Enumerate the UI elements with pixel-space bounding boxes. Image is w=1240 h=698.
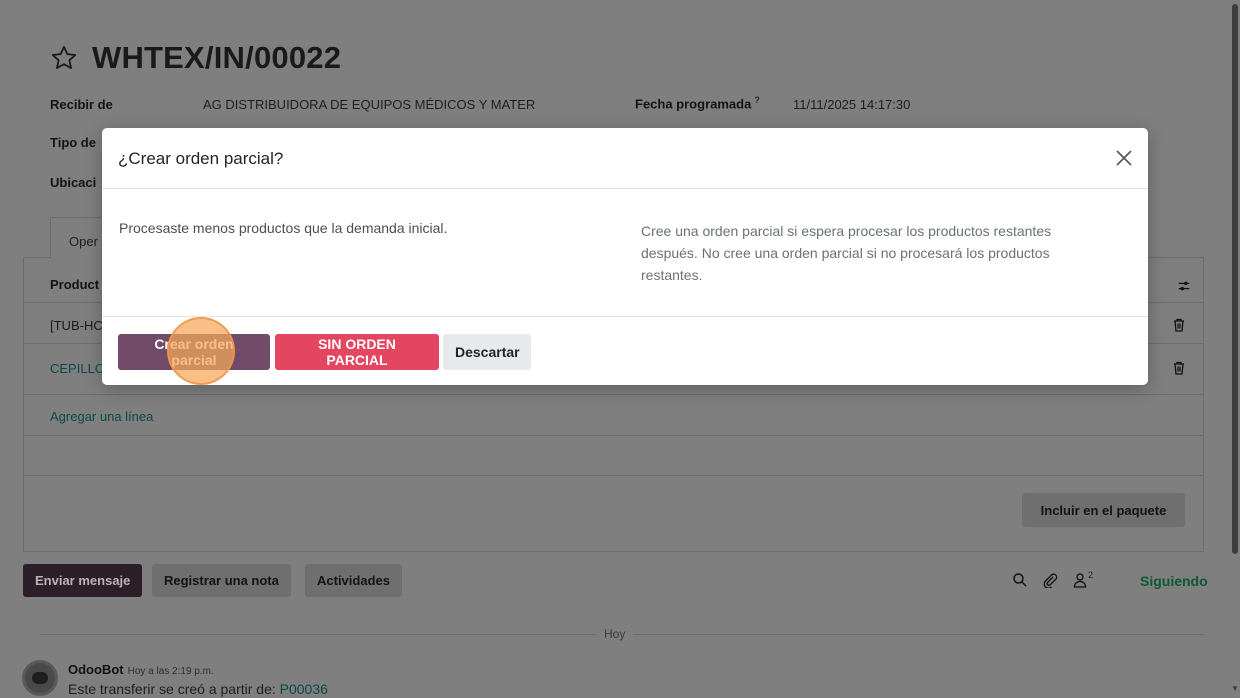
include-package-button[interactable]: Incluir en el paquete — [1022, 493, 1185, 527]
column-header-product[interactable]: Product — [50, 277, 99, 292]
partial-order-dialog: ¿Crear orden parcial? Procesaste menos p… — [102, 128, 1148, 385]
follower-count: 2 — [1088, 570, 1094, 580]
search-icon[interactable] — [1012, 572, 1028, 588]
followers-widget[interactable]: 2 — [1072, 570, 1093, 589]
message-time: Hoy a las 2:19 p.m. — [127, 666, 214, 677]
dialog-header: ¿Crear orden parcial? — [102, 128, 1148, 189]
scroll-down-arrow[interactable]: ▼ — [1231, 684, 1239, 693]
dialog-body: Procesaste menos productos que la demand… — [102, 189, 1148, 317]
scheduled-date-label: Fecha programada? — [635, 95, 760, 111]
scheduled-date-field[interactable]: 11/11/2025 14:17:30 — [793, 97, 910, 112]
create-partial-order-button[interactable]: Crear orden parcial — [118, 334, 270, 370]
star-icon[interactable] — [50, 44, 78, 72]
scheduled-date-label-text: Fecha programada — [635, 96, 752, 112]
close-icon[interactable] — [1114, 148, 1134, 168]
add-line-link[interactable]: Agregar una línea — [50, 409, 153, 424]
trash-icon[interactable] — [1173, 361, 1185, 375]
scroll-thumb[interactable] — [1232, 4, 1238, 554]
message-text: Este transferir se creó a partir de: — [68, 681, 280, 697]
receive-from-label: Recibir de — [50, 97, 113, 112]
paperclip-icon[interactable] — [1042, 572, 1058, 588]
send-message-button[interactable]: Enviar mensaje — [23, 564, 143, 597]
log-note-button[interactable]: Registrar una nota — [152, 564, 291, 597]
dialog-footer: Crear orden parcial SIN ORDEN PARCIAL De… — [102, 318, 1148, 385]
dialog-message: Procesaste menos productos que la demand… — [119, 220, 448, 236]
help-tooltip-icon[interactable]: ? — [754, 95, 760, 105]
following-button[interactable]: Siguiendo — [1140, 573, 1208, 589]
activities-button[interactable]: Actividades — [305, 564, 402, 597]
message-author: OdooBot Hoy a las 2:19 p.m. — [68, 662, 214, 677]
tab-operations-label: Oper — [69, 234, 98, 249]
dialog-title: ¿Crear orden parcial? — [118, 149, 284, 168]
avatar[interactable] — [22, 660, 58, 696]
table-divider — [24, 475, 1204, 476]
trash-icon[interactable] — [1173, 318, 1185, 332]
no-partial-order-button[interactable]: SIN ORDEN PARCIAL — [275, 334, 439, 370]
location-label: Ubicaci — [50, 175, 97, 190]
discard-button[interactable]: Descartar — [443, 334, 531, 370]
table-row[interactable]: CEPILLC — [50, 361, 104, 376]
user-icon — [1073, 573, 1087, 588]
author-name[interactable]: OdooBot — [68, 662, 124, 677]
scrollbar[interactable]: ▼ — [1230, 0, 1240, 698]
operation-type-label: Tipo de — [50, 135, 96, 150]
day-separator-label: Hoy — [596, 627, 634, 641]
message-body: Este transferir se creó a partir de: P00… — [68, 681, 328, 697]
page-title: WHTEX/IN/00022 — [92, 40, 342, 75]
chatter-tools: 2 — [1012, 570, 1093, 589]
source-document-link[interactable]: P00036 — [280, 681, 328, 697]
dialog-explanation: Cree una orden parcial si espera procesa… — [641, 223, 1052, 283]
sliders-icon[interactable] — [1177, 279, 1191, 293]
table-divider — [24, 435, 1204, 436]
table-divider — [24, 394, 1204, 395]
receive-from-field[interactable]: AG DISTRIBUIDORA DE EQUIPOS MÉDICOS Y MA… — [203, 97, 535, 112]
table-row[interactable]: [TUB-HC — [50, 318, 103, 333]
record-header: WHTEX/IN/00022 — [50, 40, 341, 76]
